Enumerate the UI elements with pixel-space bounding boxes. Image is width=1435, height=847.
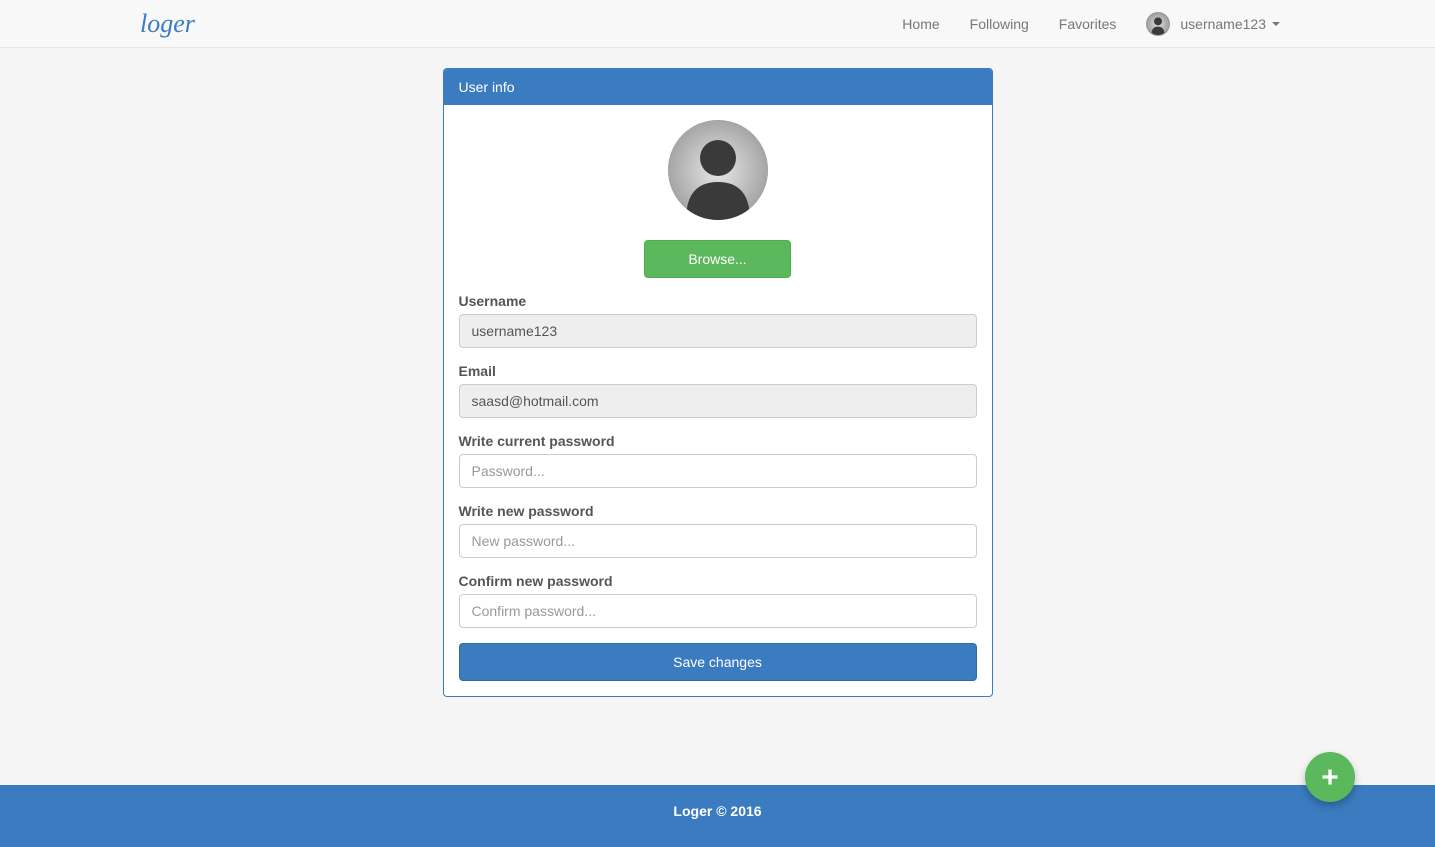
panel-title: User info	[444, 69, 992, 105]
footer: Loger © 2016	[0, 785, 1435, 847]
email-field	[459, 384, 977, 418]
main-content: User info Browse...	[0, 48, 1435, 785]
new-password-field[interactable]	[459, 524, 977, 558]
add-fab-button[interactable]	[1305, 752, 1355, 802]
navbar: loger Home Following Favorites username1…	[0, 0, 1435, 48]
label-current-password: Write current password	[459, 433, 977, 449]
avatar-section: Browse...	[459, 120, 977, 278]
confirm-password-field[interactable]	[459, 594, 977, 628]
nav-link-favorites[interactable]: Favorites	[1044, 0, 1132, 48]
label-username: Username	[459, 293, 977, 309]
brand-logo[interactable]: loger	[140, 9, 195, 39]
nav-username: username123	[1180, 16, 1266, 32]
nav-link-following[interactable]: Following	[955, 0, 1044, 48]
panel-body: Browse... Username Email Write current p…	[444, 105, 992, 696]
form-group-confirm-password: Confirm new password	[459, 573, 977, 628]
user-info-panel: User info Browse...	[443, 68, 993, 697]
label-confirm-password: Confirm new password	[459, 573, 977, 589]
form-group-email: Email	[459, 363, 977, 418]
form-group-username: Username	[459, 293, 977, 348]
browse-button[interactable]: Browse...	[644, 240, 791, 278]
label-email: Email	[459, 363, 977, 379]
current-password-field[interactable]	[459, 454, 977, 488]
save-changes-button[interactable]: Save changes	[459, 643, 977, 681]
avatar-icon	[1146, 12, 1170, 36]
nav-link-home[interactable]: Home	[887, 0, 954, 48]
label-new-password: Write new password	[459, 503, 977, 519]
form-group-new-password: Write new password	[459, 503, 977, 558]
nav-user-dropdown[interactable]: username123	[1131, 12, 1295, 36]
footer-text: Loger © 2016	[673, 803, 761, 819]
form-group-current-password: Write current password	[459, 433, 977, 488]
profile-avatar	[668, 120, 768, 220]
username-field	[459, 314, 977, 348]
chevron-down-icon	[1272, 22, 1280, 26]
plus-icon	[1320, 767, 1340, 787]
